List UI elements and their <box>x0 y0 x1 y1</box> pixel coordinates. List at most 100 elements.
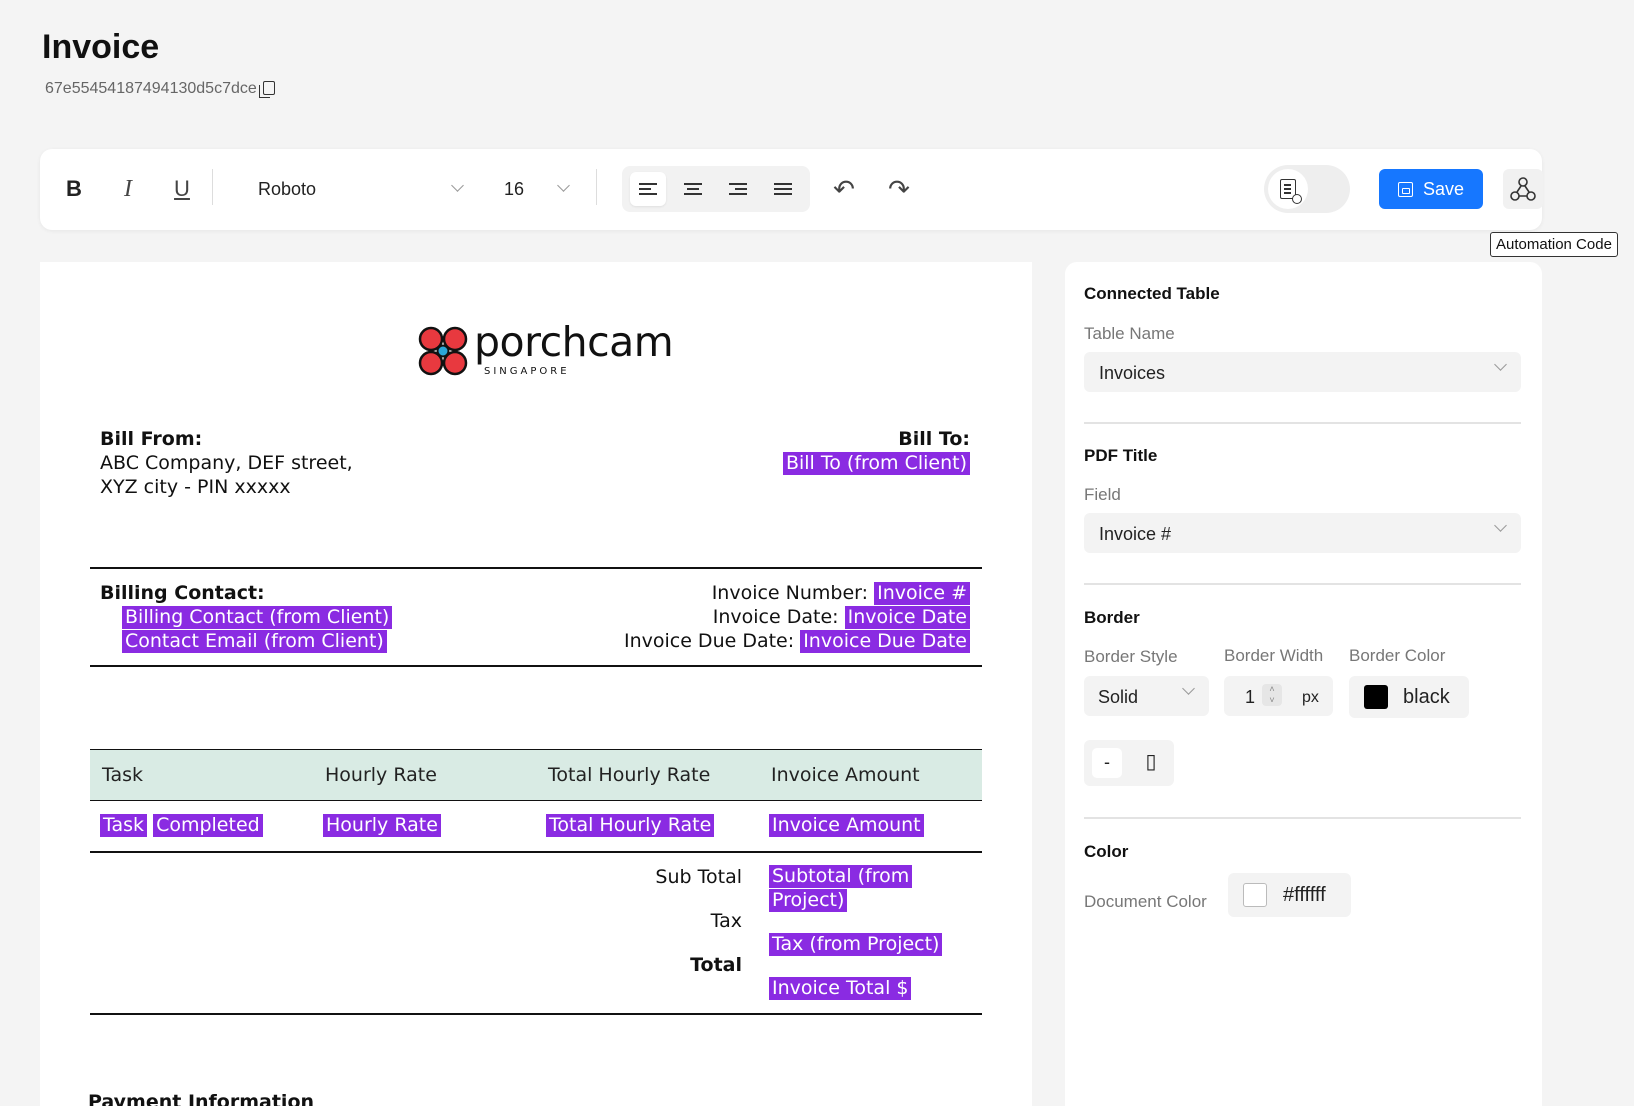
invoice-due-date-row: Invoice Due Date: Invoice Due Date <box>624 630 970 653</box>
invoice-date-label: Invoice Date: <box>712 606 839 628</box>
redo-button[interactable]: ↷ <box>883 171 915 207</box>
border-color-picker[interactable]: black <box>1349 676 1469 718</box>
align-justify-button[interactable] <box>765 172 801 206</box>
border-width-value: 1 <box>1245 687 1256 707</box>
section-divider <box>90 1013 982 1015</box>
document-id-text: 67e55454187494130d5c7dce <box>45 80 257 97</box>
table-name-value: Invoices <box>1099 363 1166 383</box>
total-hourly-rate-field[interactable]: Total Hourly Rate <box>546 814 715 837</box>
border-style-value: Solid <box>1098 687 1139 707</box>
invoice-number-field[interactable]: Invoice # <box>874 582 970 605</box>
bill-to-label: Bill To: <box>898 428 970 450</box>
column-header-hourly-rate: Hourly Rate <box>325 764 437 786</box>
section-divider <box>90 567 982 569</box>
completed-field[interactable]: Completed <box>153 814 263 837</box>
section-divider <box>90 851 982 853</box>
chevron-down-icon <box>1494 519 1507 532</box>
bill-from-label: Bill From: <box>100 428 203 450</box>
border-side-minus-button[interactable]: - <box>1092 748 1122 778</box>
border-width-input[interactable]: 1 ˄ ˅ px <box>1224 676 1333 716</box>
chevron-down-icon <box>1182 682 1195 695</box>
font-family-value: Roboto <box>258 178 317 199</box>
font-size-select[interactable]: 16 <box>492 171 572 207</box>
border-heading: Border <box>1084 608 1140 627</box>
bill-to-field[interactable]: Bill To (from Client) <box>782 452 970 475</box>
invoice-date-field[interactable]: Invoice Date <box>844 606 970 629</box>
bold-button[interactable]: B <box>58 171 90 207</box>
editor-toolbar: B I U Roboto 16 ↶ ↷ Save <box>40 149 1543 230</box>
align-right-button[interactable] <box>720 172 756 206</box>
bill-from-line1: ABC Company, DEF street, <box>100 452 353 474</box>
border-side-box-button[interactable]: ▯ <box>1136 748 1166 778</box>
border-sides-group: - ▯ <box>1084 740 1174 786</box>
automation-code-tooltip: Automation Code <box>1490 232 1618 257</box>
panel-divider <box>1084 817 1521 819</box>
total-label: Total <box>690 954 742 976</box>
preview-toggle-knob <box>1268 169 1308 209</box>
table-header: Task Hourly Rate Total Hourly Rate Invoi… <box>90 749 982 801</box>
pdf-title-field-select[interactable]: Invoice # <box>1084 513 1521 553</box>
border-style-label: Border Style <box>1084 647 1178 666</box>
task-field[interactable]: Task <box>100 814 148 837</box>
table-row: Task Completed <box>100 814 263 837</box>
company-logo: porchcam SINGAPORE <box>416 318 674 384</box>
column-header-task: Task <box>102 764 144 786</box>
invoice-date-row: Invoice Date: Invoice Date <box>713 606 970 629</box>
properties-panel: Connected Table Table Name Invoices PDF … <box>1065 262 1542 1106</box>
stepper-icon[interactable]: ˄ ˅ <box>1262 684 1282 706</box>
save-button[interactable]: Save <box>1379 169 1483 209</box>
align-left-button[interactable] <box>630 172 666 206</box>
text-align-group <box>622 166 810 212</box>
payment-information-heading: Payment Information <box>88 1091 315 1106</box>
chevron-down-icon <box>557 179 570 192</box>
tax-field[interactable]: Tax (from Project) <box>769 933 943 956</box>
italic-button[interactable]: I <box>112 171 144 207</box>
subtotal-field-line2[interactable]: Project) <box>769 889 848 912</box>
undo-button[interactable]: ↶ <box>828 171 860 207</box>
chevron-down-icon <box>1494 358 1507 371</box>
hourly-rate-field[interactable]: Hourly Rate <box>323 814 441 837</box>
pdf-title-heading: PDF Title <box>1084 446 1158 465</box>
invoice-number-label: Invoice Number: <box>711 582 869 604</box>
save-icon <box>1397 181 1413 197</box>
section-divider <box>90 665 982 667</box>
invoice-amount-field[interactable]: Invoice Amount <box>769 814 924 837</box>
document-color-picker[interactable]: #ffffff <box>1228 873 1351 917</box>
billing-contact-field[interactable]: Billing Contact (from Client) <box>122 606 393 629</box>
border-style-select[interactable]: Solid <box>1084 676 1209 716</box>
subtotal-label: Sub Total <box>655 866 742 888</box>
pdf-title-field-value: Invoice # <box>1099 524 1172 544</box>
document-color-label: Document Color <box>1084 892 1207 911</box>
contact-email-field[interactable]: Contact Email (from Client) <box>122 630 387 653</box>
font-size-value: 16 <box>504 178 525 199</box>
copy-icon[interactable] <box>258 81 275 98</box>
panel-divider <box>1084 422 1521 424</box>
border-width-label: Border Width <box>1224 646 1324 665</box>
connected-table-heading: Connected Table <box>1084 284 1220 303</box>
total-field[interactable]: Invoice Total $ <box>769 977 912 1000</box>
chevron-down-icon <box>451 179 464 192</box>
color-heading: Color <box>1084 842 1129 861</box>
automation-code-button[interactable] <box>1503 169 1543 209</box>
document-id: 67e55454187494130d5c7dce <box>45 80 275 98</box>
border-color-label: Border Color <box>1349 646 1446 665</box>
underline-button[interactable]: U <box>166 171 198 207</box>
logo-wordmark: porchcam <box>474 318 674 366</box>
invoice-document[interactable]: porchcam SINGAPORE Bill From: ABC Compan… <box>40 262 1032 1106</box>
font-family-select[interactable]: Roboto <box>246 171 466 207</box>
column-header-invoice-amount: Invoice Amount <box>771 764 920 786</box>
table-name-label: Table Name <box>1084 324 1175 343</box>
column-header-total-hourly-rate: Total Hourly Rate <box>548 764 711 786</box>
border-color-swatch <box>1364 685 1388 709</box>
invoice-number-row: Invoice Number: Invoice # <box>712 582 970 605</box>
table-name-select[interactable]: Invoices <box>1084 352 1521 392</box>
subtotal-field-line1[interactable]: Subtotal (from <box>769 865 913 888</box>
flower-logo-icon <box>418 326 468 376</box>
invoice-due-date-field[interactable]: Invoice Due Date <box>800 630 970 653</box>
preview-toggle[interactable] <box>1264 165 1350 213</box>
bill-from-line2: XYZ city - PIN xxxxx <box>100 476 291 498</box>
page-title: Invoice <box>42 28 160 66</box>
align-center-button[interactable] <box>675 172 711 206</box>
save-button-label: Save <box>1422 178 1465 199</box>
border-color-value: black <box>1403 686 1450 708</box>
